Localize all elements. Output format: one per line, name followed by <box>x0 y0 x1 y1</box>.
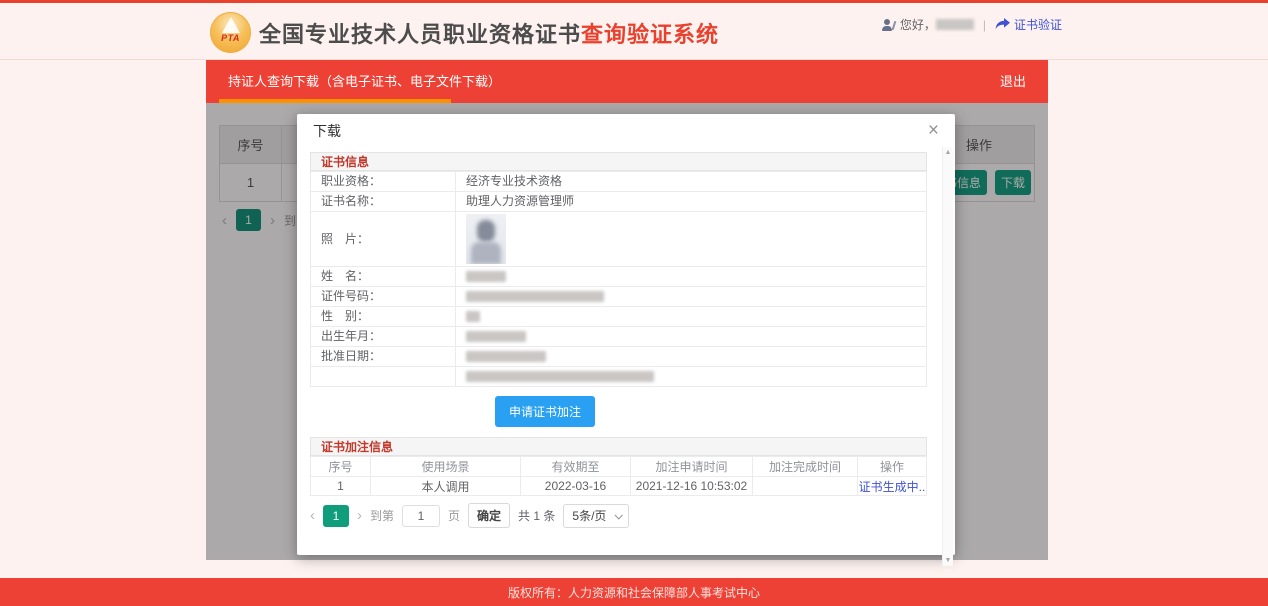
gender-value <box>456 307 927 327</box>
row-birth: 出生年月： <box>311 327 927 347</box>
approve-label: 批准日期： <box>311 347 456 367</box>
logo-fan-shape <box>222 17 240 33</box>
row-photo: 照 片： <box>311 212 927 267</box>
modal-header: 下载 × <box>297 114 955 147</box>
annotation-data-row: 1 本人调用 2022-03-16 2021-12-16 10:53:02 证书… <box>311 477 927 496</box>
close-icon[interactable]: × <box>928 121 939 140</box>
user-greeting-group: 您好， | 证书验证 <box>881 16 1062 33</box>
tab-holder-query-download[interactable]: 持证人查询下载（含电子证书、电子文件下载） <box>228 60 501 103</box>
row-approve-date: 批准日期： <box>311 347 927 367</box>
photo-label: 照 片： <box>311 212 456 267</box>
pta-logo-icon: PTA <box>210 12 251 53</box>
verify-link-label: 证书验证 <box>1014 16 1062 33</box>
scroll-up-icon[interactable]: ▲ <box>945 149 952 156</box>
annotation-section-title: 证书加注信息 <box>310 437 927 456</box>
page-title: 全国专业技术人员职业资格证书查询验证系统 <box>259 17 719 49</box>
goto-page-input[interactable] <box>402 505 440 527</box>
gender-label: 性 别： <box>311 307 456 327</box>
anno-complete-time <box>753 477 858 496</box>
redacted-approve-value <box>466 351 546 362</box>
anno-apply-time: 2021-12-16 10:53:02 <box>631 477 753 496</box>
id-value <box>456 287 927 307</box>
confirm-page-button[interactable]: 确定 <box>468 503 510 528</box>
page: PTA 全国专业技术人员职业资格证书查询验证系统 您好， | 证书验证 持证人查… <box>0 0 1268 606</box>
row-name: 姓 名： <box>311 267 927 287</box>
greeting-text: 您好， <box>900 16 936 33</box>
row-cert-name: 证书名称： 助理人力资源管理师 <box>311 192 927 212</box>
modal-current-page-button[interactable]: 1 <box>323 505 349 527</box>
download-modal: 下载 × ▲ ▼ 证书信息 职业资格： 经济专业技术资格 证书名称： 助理人力资… <box>297 114 955 555</box>
birth-value <box>456 327 927 347</box>
cert-info-section-title: 证书信息 <box>310 152 927 171</box>
page-title-accent: 查询验证系统 <box>581 22 719 47</box>
footer: 版权所有：人力资源和社会保障部人事考试中心 <box>0 578 1268 606</box>
redacted-user-name <box>936 19 974 30</box>
chevron-down-icon <box>615 511 623 519</box>
anno-valid-until: 2022-03-16 <box>521 477 631 496</box>
share-arrow-icon <box>995 18 1010 31</box>
redacted-birth-value <box>466 331 526 342</box>
birth-label: 出生年月： <box>311 327 456 347</box>
page-size-select[interactable]: 5条/页 <box>563 504 629 528</box>
total-count-label: 共 1 条 <box>518 507 555 524</box>
redacted-gender-value <box>466 311 480 322</box>
anno-col-complete-time: 加注完成时间 <box>753 457 858 477</box>
anno-col-action: 操作 <box>858 457 927 477</box>
cert-info-table: 职业资格： 经济专业技术资格 证书名称： 助理人力资源管理师 照 片： 姓 名： <box>310 171 927 387</box>
row-extra <box>311 367 927 387</box>
modal-goto-suffix: 页 <box>448 507 460 524</box>
redacted-name-value <box>466 271 506 282</box>
annotation-header-row: 序号 使用场景 有效期至 加注申请时间 加注完成时间 操作 <box>311 457 927 477</box>
cert-generating-link[interactable]: 证书生成中.. <box>859 480 926 494</box>
user-icon <box>881 18 895 32</box>
anno-col-apply-time: 加注申请时间 <box>631 457 753 477</box>
certificate-photo <box>466 214 506 264</box>
row-id-number: 证件号码： <box>311 287 927 307</box>
modal-next-page-button[interactable]: › <box>357 508 362 523</box>
redacted-id-value <box>466 291 604 302</box>
copyright-text: 版权所有：人力资源和社会保障部人事考试中心 <box>508 584 760 601</box>
anno-col-index: 序号 <box>311 457 371 477</box>
row-occupation: 职业资格： 经济专业技术资格 <box>311 172 927 192</box>
row-gender: 性 别： <box>311 307 927 327</box>
name-value <box>456 267 927 287</box>
brand: PTA 全国专业技术人员职业资格证书查询验证系统 <box>210 12 719 53</box>
extra-label <box>311 367 456 387</box>
certificate-verify-link[interactable]: 证书验证 <box>995 16 1062 33</box>
redacted-extra-value <box>466 371 654 382</box>
occupation-label: 职业资格： <box>311 172 456 192</box>
scroll-down-icon[interactable]: ▼ <box>945 557 952 564</box>
approve-value <box>456 347 927 367</box>
photo-cell <box>456 212 927 267</box>
modal-pagination: ‹ 1 › 到第 页 确定 共 1 条 5条/页 <box>310 503 927 528</box>
modal-title: 下载 <box>313 121 341 141</box>
annotation-table: 序号 使用场景 有效期至 加注申请时间 加注完成时间 操作 1 本人调用 202… <box>310 456 927 496</box>
occupation-value: 经济专业技术资格 <box>456 172 927 192</box>
anno-index: 1 <box>311 477 371 496</box>
id-label: 证件号码： <box>311 287 456 307</box>
page-title-main: 全国专业技术人员职业资格证书 <box>259 22 581 47</box>
modal-body: ▲ ▼ 证书信息 职业资格： 经济专业技术资格 证书名称： 助理人力资源管理师 … <box>297 147 955 528</box>
modal-goto-prefix: 到第 <box>370 507 394 524</box>
logout-button[interactable]: 退出 <box>1000 60 1026 103</box>
header: PTA 全国专业技术人员职业资格证书查询验证系统 您好， | 证书验证 <box>0 3 1268 60</box>
name-label: 姓 名： <box>311 267 456 287</box>
page-size-value: 5条/页 <box>572 507 606 524</box>
modal-prev-page-button[interactable]: ‹ <box>310 508 315 523</box>
apply-annotation-button[interactable]: 申请证书加注 <box>495 396 595 427</box>
anno-col-valid: 有效期至 <box>521 457 631 477</box>
divider: | <box>983 18 986 32</box>
extra-value <box>456 367 927 387</box>
anno-scene: 本人调用 <box>371 477 521 496</box>
logo-text: PTA <box>221 33 240 43</box>
anno-col-scene: 使用场景 <box>371 457 521 477</box>
modal-scrollbar[interactable]: ▲ ▼ <box>942 147 953 566</box>
cert-name-value: 助理人力资源管理师 <box>456 192 927 212</box>
nav-bar: 持证人查询下载（含电子证书、电子文件下载） 退出 <box>206 60 1048 103</box>
cert-name-label: 证书名称： <box>311 192 456 212</box>
